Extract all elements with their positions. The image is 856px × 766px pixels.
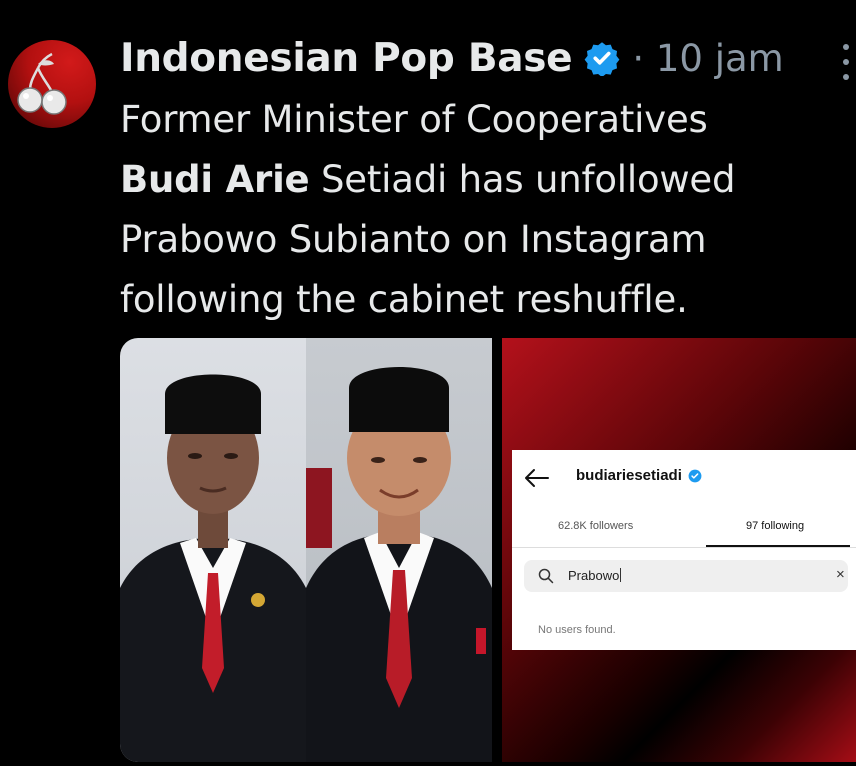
- instagram-username: budiariesetiadi: [576, 467, 682, 484]
- media-gap: [492, 338, 502, 762]
- author-avatar[interactable]: [8, 40, 96, 128]
- close-icon: ×: [836, 566, 845, 583]
- instagram-following-tab: 97 following: [746, 520, 805, 532]
- tweet-header: Indonesian Pop Base · 10 jam: [120, 28, 784, 88]
- instagram-followers-tab: 62.8K followers: [558, 520, 634, 532]
- author-name[interactable]: Indonesian Pop Base: [120, 36, 573, 81]
- tab-divider: [512, 547, 856, 548]
- verified-badge-icon: [584, 42, 620, 76]
- portrait-photo-left: [120, 338, 306, 762]
- tweet-line-1: Former Minister of Cooperatives: [120, 98, 708, 141]
- tweet-timestamp[interactable]: 10 jam: [656, 37, 784, 80]
- instagram-following-screenshot: budiariesetiadi 62.8K followers 97 follo…: [512, 450, 856, 650]
- tweet-line-2-rest: Setiadi has unfollowed: [321, 158, 736, 201]
- instagram-search-bar: Prabowo ×: [524, 560, 848, 592]
- bold-name: Budi Arie: [120, 158, 310, 201]
- cherry-avatar-icon: [17, 52, 67, 115]
- instagram-username-row: budiariesetiadi: [576, 467, 702, 484]
- search-icon: [538, 568, 554, 584]
- instagram-search-value: Prabowo: [568, 568, 622, 583]
- no-results-message: No users found.: [538, 624, 616, 636]
- search-value-text: Prabowo: [568, 568, 620, 583]
- tweet-line-2: Budi Arie Setiadi has unfollowed: [120, 150, 840, 210]
- separator-dot: ·: [632, 36, 645, 80]
- more-options-icon[interactable]: [840, 44, 852, 80]
- tweet-text: Former Minister of Cooperatives Budi Ari…: [120, 90, 840, 330]
- tweet-line-4: following the cabinet reshuffle.: [120, 278, 688, 321]
- verified-badge-icon: [688, 469, 702, 482]
- text-caret: [620, 568, 622, 582]
- back-arrow-icon: [525, 469, 549, 487]
- tweet-line-3: Prabowo Subianto on Instagram: [120, 218, 707, 261]
- portrait-photo-middle: [306, 338, 492, 762]
